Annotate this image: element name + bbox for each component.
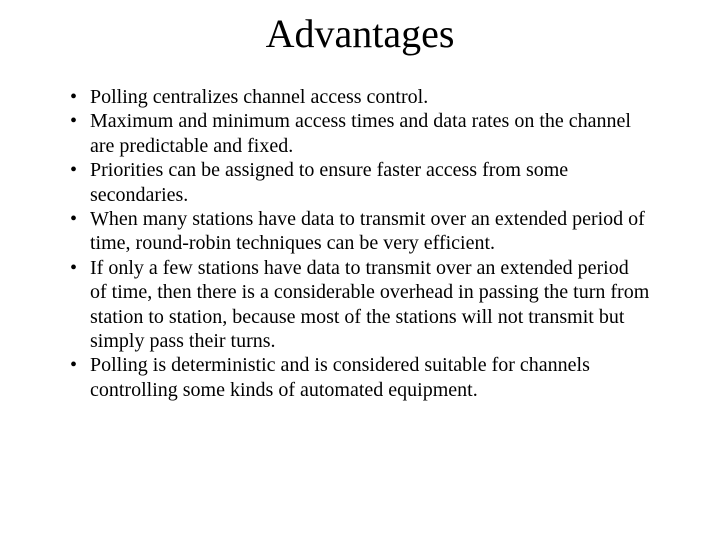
list-item: Polling centralizes channel access contr… [68, 85, 650, 109]
list-item: Polling is deterministic and is consider… [68, 353, 650, 402]
list-item: Priorities can be assigned to ensure fas… [68, 158, 650, 207]
list-item: When many stations have data to transmit… [68, 207, 650, 256]
list-item: If only a few stations have data to tran… [68, 256, 650, 354]
list-item: Maximum and minimum access times and dat… [68, 109, 650, 158]
slide: Advantages Polling centralizes channel a… [0, 0, 720, 540]
slide-title: Advantages [60, 10, 660, 57]
bullet-list: Polling centralizes channel access contr… [60, 85, 660, 402]
